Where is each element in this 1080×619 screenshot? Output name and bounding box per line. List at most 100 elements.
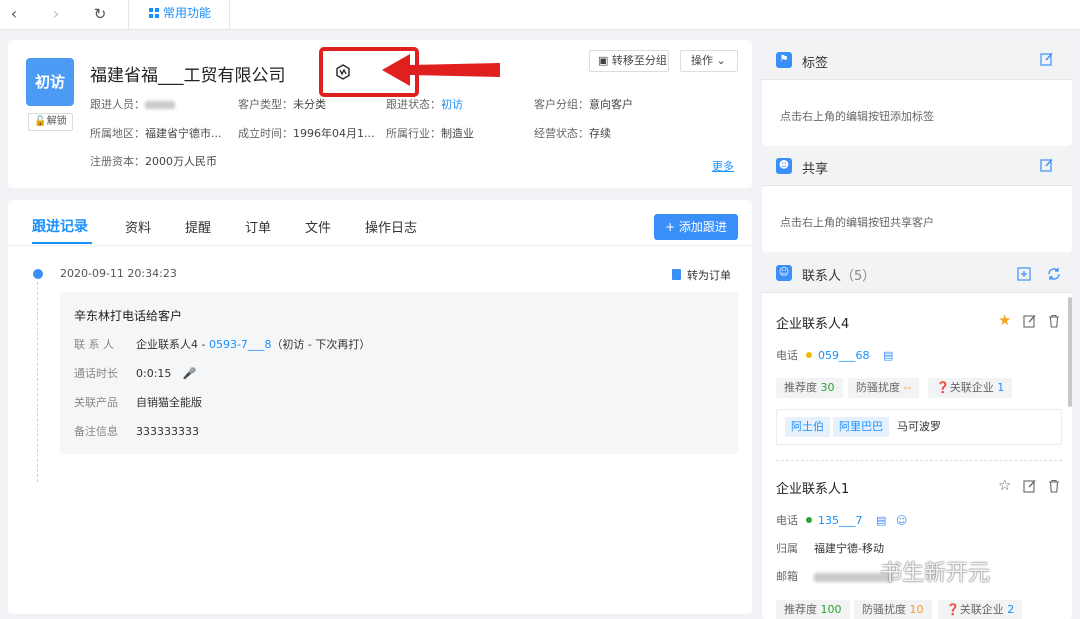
tab-common-functions[interactable]: 常用功能 bbox=[128, 0, 230, 30]
tag-icon: ⚑ bbox=[776, 52, 792, 68]
spam-pill: 防骚扰度 -- bbox=[848, 378, 920, 398]
refresh-icon[interactable]: ↻ bbox=[88, 3, 112, 25]
spam-pill: 防骚扰度 10 bbox=[854, 600, 932, 619]
tags-panel: ⚑ 标签 点击右上角的编辑按钮添加标签 bbox=[762, 40, 1072, 146]
contact-name: 企业联系人4 - bbox=[136, 338, 209, 351]
record-product-row: 关联产品 自销猫全能版 bbox=[74, 394, 202, 410]
watermark: 书生新开元 bbox=[880, 561, 991, 586]
edit-icon[interactable] bbox=[1040, 52, 1054, 66]
duration-label: 通话时长 bbox=[74, 367, 118, 380]
clipboard-icon bbox=[672, 269, 681, 280]
active-tab-indicator bbox=[32, 242, 92, 244]
contact-status: （初访 - 下次再打） bbox=[271, 338, 371, 351]
contact-phone[interactable]: 135___7 bbox=[818, 514, 863, 527]
contact-origin-row: 归属 福建宁德-移动 bbox=[776, 542, 884, 555]
share-title: 共享 bbox=[802, 162, 829, 177]
field-customer-group: 客户分组：意向客户 bbox=[534, 98, 633, 111]
add-follow-button[interactable]: + 添加跟进 bbox=[654, 214, 738, 240]
field-follower: 跟进人员： bbox=[90, 96, 175, 112]
operate-label: 操作 bbox=[691, 54, 713, 67]
trash-icon[interactable] bbox=[1047, 479, 1061, 493]
tab-orders[interactable]: 订单 bbox=[245, 217, 271, 236]
share-header: ☻ 共享 bbox=[762, 146, 1072, 186]
annotation-arrow bbox=[382, 54, 500, 86]
help-icon: ❓ bbox=[936, 381, 950, 394]
add-contact-icon[interactable] bbox=[1017, 267, 1031, 281]
tab-files[interactable]: 文件 bbox=[305, 217, 331, 236]
share-hint: 点击右上角的编辑按钮共享客户 bbox=[780, 216, 934, 229]
field-region: 所属地区：福建省宁德市... bbox=[90, 127, 222, 140]
related-pill[interactable]: ❓关联企业 2 bbox=[938, 600, 1023, 619]
top-bar: ‹ › ↻ 常用功能 bbox=[0, 0, 1080, 30]
operate-dropdown[interactable]: 操作 ⌄ bbox=[680, 50, 738, 72]
note-label: 备注信息 bbox=[74, 425, 118, 438]
folder-icon: ▣ bbox=[598, 54, 609, 67]
message-icon[interactable]: ▤ bbox=[883, 349, 893, 362]
tags-title: 标签 bbox=[802, 56, 829, 71]
field-follow-status: 跟进状态：初访 bbox=[386, 98, 463, 111]
more-link[interactable]: 更多 bbox=[712, 158, 734, 174]
contact-name: 企业联系人4 bbox=[776, 317, 850, 332]
timeline-line bbox=[37, 282, 38, 482]
help-icon: ❓ bbox=[946, 603, 960, 616]
tags-hint: 点击右上角的编辑按钮添加标签 bbox=[780, 110, 934, 123]
follow-up-card: 跟进记录 资料 提醒 订单 文件 操作日志 + 添加跟进 2020-09-11 … bbox=[8, 200, 752, 614]
contacts-title: 联系人（5） bbox=[802, 269, 876, 284]
field-industry: 所属行业：制造业 bbox=[386, 127, 474, 140]
status-badge: 初访 bbox=[26, 58, 74, 106]
related-pill[interactable]: ❓关联企业 1 bbox=[928, 378, 1013, 398]
record-title: 辛东林打电话给客户 bbox=[74, 309, 183, 323]
tab-follow-records[interactable]: 跟进记录 bbox=[32, 216, 88, 236]
record-note-row: 备注信息 333333333 bbox=[74, 423, 199, 439]
follow-record: 辛东林打电话给客户 联 系 人 企业联系人4 - 0593-7___8（初访 - … bbox=[60, 292, 738, 454]
platform-tag: 阿里巴巴 bbox=[833, 417, 889, 437]
edit-icon[interactable] bbox=[1040, 158, 1054, 172]
tab-reminder[interactable]: 提醒 bbox=[185, 217, 211, 236]
follow-tabs: 跟进记录 资料 提醒 订单 文件 操作日志 + 添加跟进 bbox=[8, 200, 752, 246]
grid-icon bbox=[149, 8, 159, 18]
contacts-icon: ☺ bbox=[776, 265, 792, 281]
contact-divider bbox=[776, 460, 1062, 461]
contact-phone[interactable]: 059___68 bbox=[818, 349, 870, 362]
chevron-down-icon: ⌄ bbox=[716, 54, 726, 67]
tags-header: ⚑ 标签 bbox=[762, 40, 1072, 80]
user-add-icon[interactable]: ☺ bbox=[896, 514, 907, 527]
microphone-icon[interactable]: 🎤 bbox=[183, 367, 197, 380]
field-business-status: 经营状态：存续 bbox=[534, 127, 611, 140]
field-capital: 注册资本：2000万人民币 bbox=[90, 155, 217, 168]
tab-label: 常用功能 bbox=[163, 6, 212, 20]
contact-label: 联 系 人 bbox=[74, 338, 114, 351]
scrollbar-thumb[interactable] bbox=[1068, 297, 1072, 407]
back-icon[interactable]: ‹ bbox=[2, 3, 26, 25]
edit-icon[interactable] bbox=[1023, 314, 1037, 328]
contacts-header: ☺ 联系人（5） bbox=[762, 253, 1072, 293]
record-timestamp: 2020-09-11 20:34:23 bbox=[60, 267, 177, 280]
trash-icon[interactable] bbox=[1047, 314, 1061, 328]
field-customer-type: 客户类型：未分类 bbox=[238, 98, 326, 111]
move-group-button[interactable]: ▣ 转移至分组 bbox=[589, 50, 669, 72]
edit-icon[interactable] bbox=[1023, 479, 1037, 493]
forward-icon[interactable]: › bbox=[44, 3, 68, 25]
tab-operation-log[interactable]: 操作日志 bbox=[365, 217, 417, 236]
convert-label: 转为订单 bbox=[687, 269, 731, 282]
product-value: 自销猫全能版 bbox=[136, 396, 202, 409]
contact-phone-row: 电话 135___7 ▤ ☺ bbox=[776, 514, 908, 527]
contact-phone[interactable]: 0593-7___8 bbox=[209, 338, 271, 351]
note-value: 333333333 bbox=[136, 425, 199, 438]
contact-email-row: 邮箱 bbox=[776, 568, 894, 584]
contact-name: 企业联系人1 bbox=[776, 482, 850, 497]
star-filled-icon[interactable]: ★ bbox=[998, 313, 1012, 328]
record-duration-row: 通话时长 0:0:15 🎤 bbox=[74, 365, 197, 381]
timeline-dot bbox=[33, 269, 43, 279]
share-panel: ☻ 共享 点击右上角的编辑按钮共享客户 bbox=[762, 146, 1072, 252]
platform-tags: 阿土伯 阿里巴巴 马可波罗 bbox=[776, 409, 1062, 445]
star-outline-icon[interactable]: ☆ bbox=[998, 478, 1012, 493]
sync-icon[interactable] bbox=[1047, 267, 1061, 281]
product-label: 关联产品 bbox=[74, 396, 118, 409]
convert-to-order-button[interactable]: 转为订单 bbox=[672, 267, 731, 283]
tab-profile[interactable]: 资料 bbox=[125, 217, 151, 236]
field-founded: 成立时间：1996年04月1... bbox=[238, 127, 375, 140]
message-icon[interactable]: ▤ bbox=[876, 514, 886, 527]
unlock-button[interactable]: 🔓解锁 bbox=[28, 113, 73, 131]
recommend-pill: 推荐度 30 bbox=[776, 378, 843, 398]
